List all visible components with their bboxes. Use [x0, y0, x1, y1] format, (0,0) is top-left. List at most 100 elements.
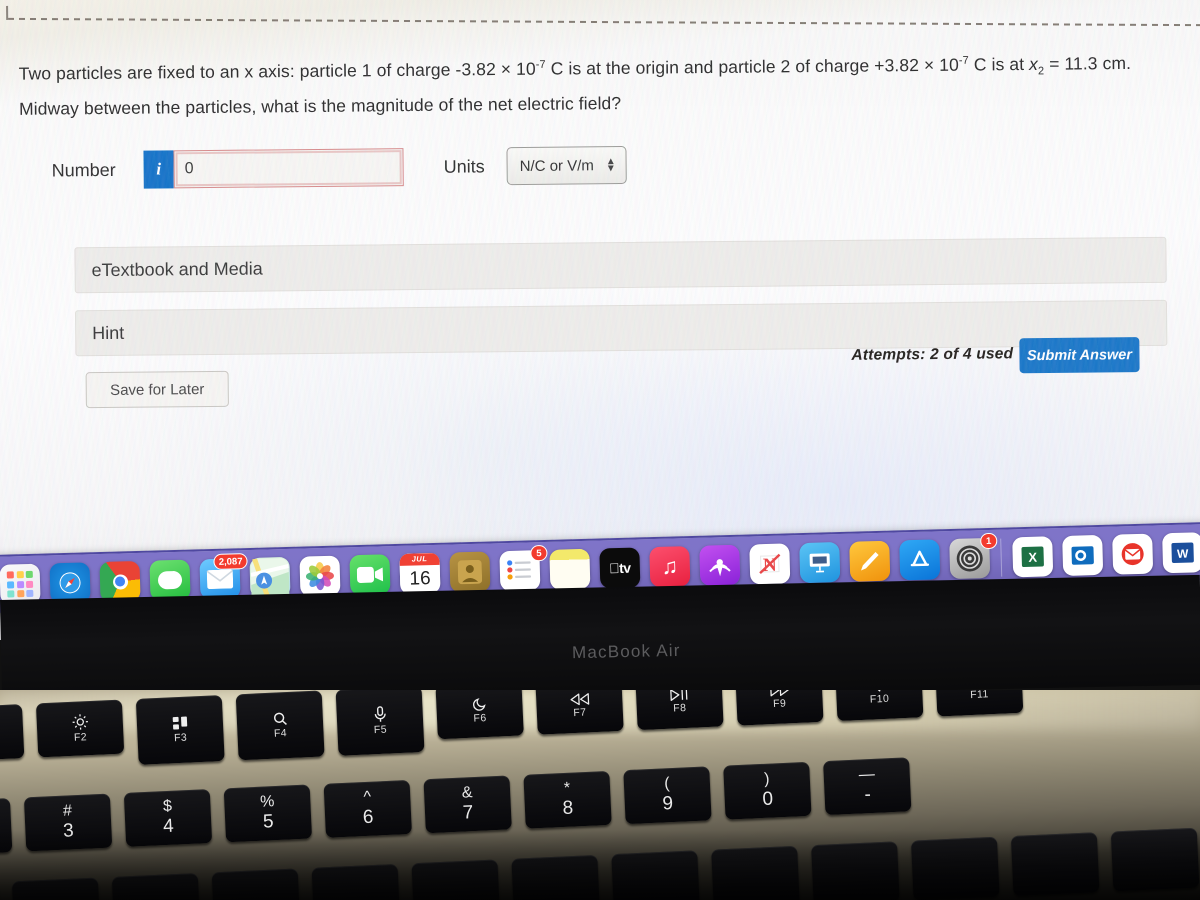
dock-item-photos[interactable] — [299, 555, 341, 597]
dock-item-mail-red[interactable] — [1112, 533, 1154, 583]
svg-text:W: W — [1177, 547, 1189, 561]
wileyplus-question-page: Two particles are fixed to an x axis: pa… — [0, 0, 1200, 560]
key-label-f11: F11 — [969, 690, 989, 702]
dock-item-maps[interactable] — [249, 556, 291, 598]
key-f6[interactable]: F6 — [435, 690, 524, 740]
key-f3[interactable]: F3 — [135, 695, 225, 765]
key-blank-5[interactable] — [411, 859, 501, 900]
units-select[interactable]: N/C or V/m ▲ ▼ — [506, 145, 627, 186]
key-6[interactable]: ^ 6 — [323, 779, 412, 838]
key-f1[interactable]: F1 — [0, 704, 25, 762]
key-f8[interactable]: F8 — [635, 690, 724, 731]
key-2[interactable]: @2 — [0, 798, 13, 856]
key-label-f4: F4 — [273, 726, 288, 740]
key-f9[interactable]: F9 — [735, 690, 824, 726]
question-line1-part-a: Two particles are fixed to an x axis: pa… — [18, 58, 536, 84]
brightness-high-icon — [71, 713, 89, 731]
key-label-f3: F3 — [173, 731, 188, 744]
dock-item-messages[interactable] — [149, 559, 191, 601]
dock-item-contacts[interactable] — [449, 551, 491, 593]
dock-item-chrome[interactable] — [99, 560, 141, 610]
key-blank-12[interactable] — [1110, 827, 1200, 892]
save-for-later-label: Save for Later — [110, 380, 205, 399]
microphone-icon — [373, 705, 387, 723]
dock-item-system-settings[interactable]: 1 — [949, 532, 998, 580]
dock-item-news[interactable]: N — [749, 543, 791, 585]
key-lower-symbol: 5 — [262, 811, 275, 833]
submit-answer-button[interactable]: Submit Answer — [1019, 337, 1140, 374]
key-f2[interactable]: F2 — [35, 699, 125, 758]
key-lower-symbol: 9 — [662, 793, 674, 815]
chevron-updown-icon: ▲ ▼ — [605, 156, 616, 175]
key-blank-10[interactable] — [910, 836, 1000, 900]
key-4[interactable]: $4 — [123, 789, 213, 847]
key-f11[interactable]: F11 — [934, 690, 1024, 717]
dashed-divider — [8, 17, 1200, 27]
key-f5[interactable]: F5 — [335, 690, 425, 756]
dock-item-facetime[interactable] — [349, 554, 391, 596]
mission-control-icon — [171, 715, 189, 731]
dock-item-outlook[interactable] — [1062, 534, 1104, 584]
question-line1-part-c: C is at — [968, 53, 1030, 75]
exponent-2: -7 — [958, 54, 969, 67]
number-input-group: i — [143, 148, 404, 189]
macbook-air-brand-label: MacBook Air — [571, 640, 681, 663]
key-label-f6: F6 — [473, 711, 487, 725]
key-f7[interactable]: F7 — [535, 690, 624, 735]
key-blank-9[interactable] — [811, 841, 900, 900]
question-text: Two particles are fixed to an x axis: pa… — [19, 45, 1195, 124]
key-8[interactable]: * 8 — [523, 770, 612, 829]
key-blank-6[interactable] — [511, 854, 601, 900]
key-f4[interactable]: F4 — [235, 690, 325, 761]
key-minus[interactable]: — - — [823, 757, 912, 816]
number-label: Number — [51, 159, 116, 181]
info-icon[interactable]: i — [143, 150, 174, 189]
key-blank-3[interactable] — [211, 868, 301, 900]
key-f10[interactable]: F10 — [835, 690, 924, 722]
dock-item-keynote[interactable] — [799, 542, 841, 584]
key-3[interactable]: #3 — [23, 793, 113, 852]
units-selected-value: N/C or V/m — [519, 156, 594, 175]
key-blank-2[interactable] — [111, 873, 201, 900]
key-blank-11[interactable] — [1010, 832, 1100, 897]
key-upper-symbol: % — [259, 793, 275, 811]
exponent-1: -7 — [535, 58, 546, 71]
etextbook-and-media-accordion[interactable]: eTextbook and Media — [74, 236, 1167, 294]
key-upper-symbol: * — [563, 779, 571, 797]
hint-label: Hint — [92, 322, 125, 343]
question-line1-part-d: = — [1044, 53, 1065, 74]
dock-item-calendar[interactable]: JUL 16 — [399, 552, 441, 594]
dock-item-app-store[interactable] — [899, 539, 941, 581]
save-for-later-button[interactable]: Save for Later — [85, 370, 229, 409]
dock-item-notes-yellow[interactable] — [849, 540, 891, 582]
submit-answer-label: Submit Answer — [1026, 346, 1133, 364]
variable-x: x — [1029, 53, 1039, 74]
physical-keyboard: F1F2F3F4F5F6F7F8F9F10F11 @2#3$4%5^6&7*8(… — [0, 690, 1200, 900]
dock-item-excel[interactable]: X — [1012, 536, 1054, 585]
laptop-screen: Two particles are fixed to an x axis: pa… — [0, 0, 1200, 640]
key-blank-1[interactable] — [11, 877, 101, 900]
key-0[interactable]: ) 0 — [723, 761, 812, 820]
dock-item-notes[interactable] — [549, 548, 591, 590]
key-blank-8[interactable] — [711, 845, 800, 900]
dock-item-mail[interactable]: 2,087 — [199, 553, 248, 607]
dock-badge-reminders: 5 — [530, 544, 548, 562]
dock-item-apple-tv[interactable]: tv — [599, 547, 641, 597]
dock-item-word[interactable]: W — [1162, 532, 1200, 581]
answer-number-input[interactable] — [173, 148, 404, 189]
dock-item-podcasts[interactable] — [699, 544, 741, 586]
dashed-divider-tick — [6, 5, 9, 20]
play-pause-icon — [669, 690, 689, 701]
key-blank-4[interactable] — [311, 863, 401, 900]
key-blank-7[interactable] — [611, 850, 700, 900]
dock-item-music[interactable]: ♫ — [649, 546, 691, 595]
key-blank-0[interactable] — [0, 882, 1, 900]
key-upper-symbol: # — [62, 802, 73, 820]
key-7[interactable]: & 7 — [423, 775, 512, 834]
key-9[interactable]: (9 — [623, 766, 712, 825]
key-upper-symbol: ^ — [363, 788, 372, 807]
key-5[interactable]: % 5 — [223, 784, 313, 843]
key-label-f5: F5 — [373, 723, 388, 736]
key-lower-symbol: 6 — [362, 806, 374, 829]
dock-item-reminders[interactable]: 5 — [499, 544, 548, 592]
